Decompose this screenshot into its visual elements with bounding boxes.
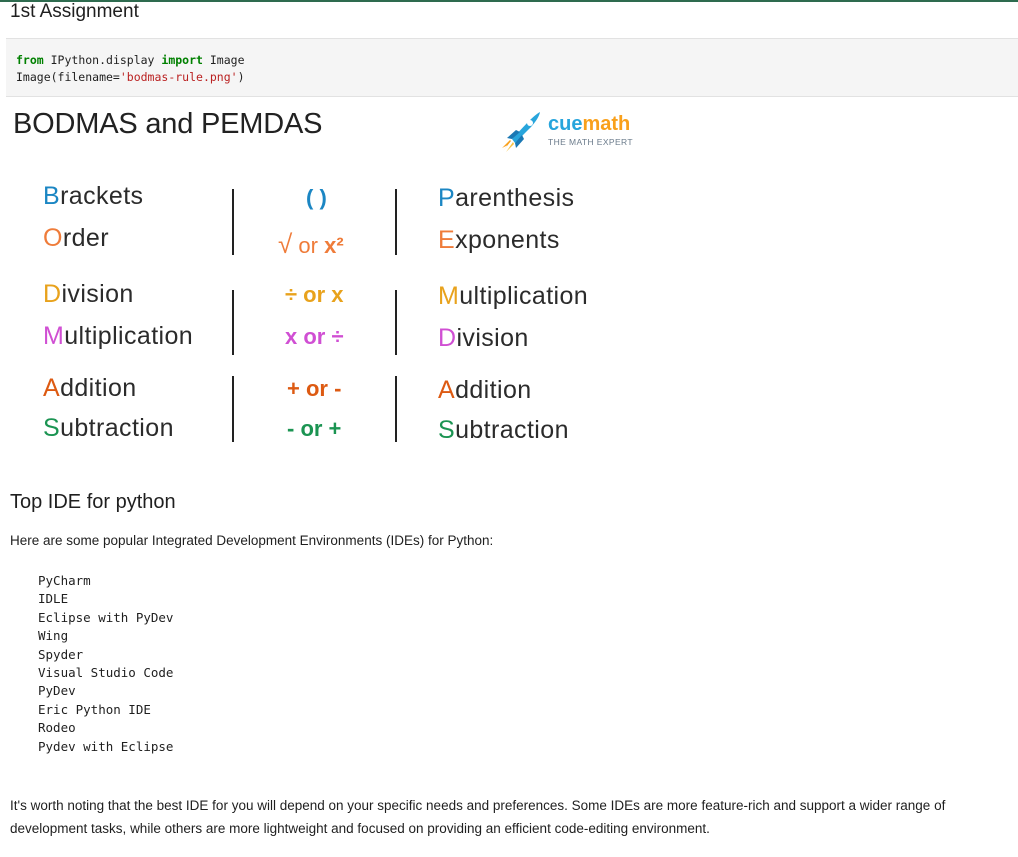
filename-string: 'bodmas-rule.png' [119, 70, 238, 84]
ide-list: PyCharm IDLE Eclipse with PyDev Wing Spy… [38, 572, 173, 756]
call-prefix: Image(filename= [16, 70, 120, 84]
bodmas-order: Order [43, 224, 109, 252]
list-item: PyCharm [38, 573, 91, 588]
separator-right-1 [395, 189, 397, 255]
separator-left-3 [232, 376, 234, 442]
root-or-square-symbol: √ or x² [278, 229, 344, 259]
keyword-import: import [161, 53, 203, 67]
closing-paragraph-line-2: development tasks, while others are more… [10, 821, 710, 836]
pemdas-parenthesis: Parenthesis [438, 184, 575, 212]
minus-or-plus-symbol: - or + [287, 416, 342, 441]
list-item: Eclipse with PyDev [38, 609, 174, 625]
pemdas-subtraction: Subtraction [438, 416, 569, 444]
ide-intro-text: Here are some popular Integrated Develop… [10, 533, 494, 548]
pemdas-division: Division [438, 324, 529, 352]
separator-right-3 [395, 376, 397, 442]
pemdas-addition: Addition [438, 376, 532, 404]
row1-left-initial: B [43, 182, 61, 210]
bodmas-division: Division [43, 280, 134, 308]
call-suffix: ) [237, 70, 245, 84]
pemdas-multiplication: Multiplication [438, 282, 589, 310]
separator-left-2 [232, 290, 234, 355]
plus-or-minus-symbol: + or - [287, 376, 342, 401]
closing-paragraph-line-1: It's worth noting that the best IDE for … [10, 798, 946, 813]
list-item: IDLE [38, 591, 69, 607]
cuemath-wordmark: cuemath [548, 113, 631, 135]
list-item: Wing [38, 628, 69, 644]
list-item: Pydev with Eclipse [38, 738, 174, 754]
bodmas-title: BODMAS and PEMDAS [13, 108, 323, 140]
list-item: Eric Python IDE [38, 701, 151, 717]
list-item: Rodeo [38, 720, 76, 736]
divide-or-multiply-symbol: ÷ or x [285, 282, 344, 307]
code-cell[interactable]: from IPython.display import Image Image(… [6, 38, 1018, 97]
parentheses-symbol: ( ) [306, 185, 327, 210]
cell-top-border [0, 0, 1018, 2]
list-item: Spyder [38, 646, 84, 662]
module-name: IPython.display [43, 53, 162, 67]
list-item: PyDev [38, 683, 76, 699]
list-item: Visual Studio Code [38, 665, 174, 681]
separator-right-2 [395, 290, 397, 355]
cell-heading: 1st Assignment [10, 1, 139, 22]
keyword-from: from [16, 53, 44, 67]
square-root-icon: √ [278, 229, 293, 259]
cuemath-tagline: THE MATH EXPERT [548, 137, 634, 147]
pemdas-exponents: Exponents [438, 226, 560, 254]
multiply-or-divide-symbol: x or ÷ [285, 324, 344, 349]
import-name: Image [202, 53, 245, 67]
bodmas-addition: Addition [43, 374, 137, 402]
bodmas-subtraction: Subtraction [43, 414, 174, 442]
code-line-1[interactable]: from IPython.display import Image [16, 53, 245, 68]
bodmas-brackets: Brackets [43, 182, 144, 210]
bodmas-multiplication: Multiplication [43, 322, 194, 350]
code-line-2[interactable]: Image(filename='bodmas-rule.png') [16, 70, 245, 85]
ide-section-heading: Top IDE for python [10, 491, 176, 513]
separator-left-1 [232, 189, 234, 255]
